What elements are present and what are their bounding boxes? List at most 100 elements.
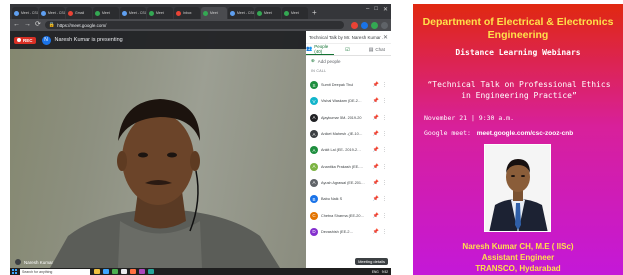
participant-name: Aniket Mahesh -(IE-10…	[321, 132, 363, 137]
participant-row[interactable]: A Anantika Prakash (EE-… 📌 ⋮	[306, 158, 391, 174]
taskbar-app-icon[interactable]	[121, 269, 127, 274]
minimize-button[interactable]: –	[366, 6, 369, 13]
taskbar-app-icon[interactable]	[148, 269, 154, 274]
taskbar-app-icon[interactable]	[112, 269, 118, 274]
more-options-icon[interactable]: ⋮	[382, 98, 387, 104]
profile-avatar[interactable]	[381, 21, 388, 29]
participant-row[interactable]: D Devashish (EE-2… 📌 ⋮	[306, 224, 391, 240]
extension-icon[interactable]	[361, 21, 368, 29]
pin-icon[interactable]: 📌	[373, 82, 379, 88]
tab-favicon-icon	[14, 10, 19, 16]
participant-row[interactable]: B Babu Naik S 📌 ⋮	[306, 191, 391, 207]
tray-clock[interactable]: 9:52	[382, 270, 388, 274]
back-arrow-icon[interactable]: ←	[13, 19, 20, 31]
tab-favicon-icon	[203, 10, 208, 16]
more-options-icon[interactable]: ⋮	[382, 229, 387, 235]
participant-row[interactable]: A Ajaykumar 5M- 2019-20 📌 ⋮	[306, 110, 391, 126]
participant-name: Babu Naik S	[321, 197, 343, 202]
browser-tab[interactable]: Meet	[147, 7, 173, 19]
more-options-icon[interactable]: ⋮	[382, 180, 387, 186]
pin-icon[interactable]: 📌	[373, 115, 379, 121]
pin-icon[interactable]: 📌	[373, 147, 379, 153]
browser-tab[interactable]: Meet	[93, 7, 119, 19]
presenting-banner: REC N Naresh Kumar is presenting	[10, 31, 306, 49]
taskbar-search-placeholder: Search for anything	[22, 269, 53, 274]
lock-icon: 🔒	[48, 22, 56, 28]
video-name-tag: Naresh Kumar	[15, 259, 53, 265]
new-tab-button[interactable]: +	[312, 7, 317, 19]
more-options-icon[interactable]: ⋮	[382, 131, 387, 137]
taskbar-search[interactable]: Search for anything	[20, 268, 90, 275]
people-icon: 👥	[306, 46, 313, 52]
tab-label: Meet	[291, 11, 299, 15]
tab-label: Meet	[156, 11, 164, 15]
tab-people[interactable]: 👥 People (40)	[306, 44, 335, 55]
browser-tab[interactable]: Meet - CSC	[39, 7, 65, 19]
browser-tab[interactable]: Gmail	[66, 7, 92, 19]
pin-icon[interactable]: 📌	[373, 98, 379, 104]
extension-icon[interactable]	[351, 21, 358, 29]
meet-link[interactable]: meet.google.com/csc-zooz-cnb	[477, 130, 573, 137]
webinar-poster: Department of Electrical & Electronics E…	[413, 4, 623, 275]
tab-checklist[interactable]: ☑	[334, 44, 362, 55]
maximize-button[interactable]: □	[374, 6, 378, 13]
taskbar-app-icon[interactable]	[130, 269, 136, 274]
participant-row[interactable]: A Aniket Mahesh -(IE-10… 📌 ⋮	[306, 126, 391, 142]
taskbar-app-icon[interactable]	[139, 269, 145, 274]
window-controls: – □ ✕	[366, 6, 388, 13]
tab-favicon-icon	[230, 10, 235, 16]
extension-icon[interactable]	[371, 21, 378, 29]
participant-row[interactable]: C Chetna Sharma (EE-20… 📌 ⋮	[306, 207, 391, 223]
taskbar-app-icon[interactable]	[94, 269, 100, 274]
browser-tab[interactable]: Meet - CSC	[120, 7, 146, 19]
more-options-icon[interactable]: ⋮	[382, 213, 387, 219]
presenter-video: REC N Naresh Kumar is presenting Naresh …	[10, 31, 306, 268]
reload-icon[interactable]: ⟳	[35, 19, 41, 31]
pin-icon[interactable]: 📌	[373, 213, 379, 219]
browser-tab[interactable]: Inbox	[174, 7, 200, 19]
windows-start-icon[interactable]	[12, 269, 17, 274]
close-icon[interactable]: ✕	[383, 34, 388, 41]
add-person-icon: ⊕	[311, 58, 315, 63]
more-options-icon[interactable]: ⋮	[382, 147, 387, 153]
tab-chat[interactable]: ▤ Chat	[363, 44, 391, 55]
avatar: S	[310, 81, 318, 90]
participant-name: Vishal Waskam (DE-2…	[321, 99, 362, 104]
pin-icon[interactable]: 📌	[373, 164, 379, 170]
more-options-icon[interactable]: ⋮	[382, 115, 387, 121]
participant-row[interactable]: S Sumit Deepak Thul 📌 ⋮	[306, 77, 391, 93]
speaker-organization: TRANSCO, Hydarabad	[475, 264, 561, 273]
tray-language[interactable]: ENG	[372, 270, 379, 274]
browser-tab[interactable]: Meet - CSC	[228, 7, 254, 19]
more-options-icon[interactable]: ⋮	[382, 196, 387, 202]
side-panel-tabs: 👥 People (40) ☑ ▤ Chat	[306, 44, 391, 56]
pin-icon[interactable]: 📌	[373, 229, 379, 235]
browser-tab[interactable]: Meet	[201, 7, 227, 19]
tab-chat-label: Chat	[375, 47, 385, 52]
browser-tab[interactable]: Meet	[282, 7, 308, 19]
close-window-button[interactable]: ✕	[383, 6, 388, 13]
pin-icon[interactable]: 📌	[373, 180, 379, 186]
pin-icon[interactable]: 📌	[373, 131, 379, 137]
participant-row[interactable]: A Ankit Lal (EE- 2019-2… 📌 ⋮	[306, 142, 391, 158]
pin-icon[interactable]: 📌	[373, 196, 379, 202]
rec-label: REC	[23, 37, 33, 43]
speaker-photo	[484, 144, 551, 232]
taskbar-app-icon[interactable]	[103, 269, 109, 274]
add-people-button[interactable]: ⊕ Add people	[306, 56, 391, 66]
meeting-details-button[interactable]: Meeting details	[355, 258, 388, 265]
more-options-icon[interactable]: ⋮	[382, 164, 387, 170]
meet-info: Google meet: meet.google.com/csc-zooz-cn…	[424, 129, 573, 137]
meet-screenshot: Meet - CSC Meet - CSC Gmail Meet Meet - CSC M…	[10, 4, 391, 275]
tab-label: Meet - CSC	[21, 11, 38, 15]
url-field[interactable]: 🔒 https://meet.google.com/	[44, 21, 344, 29]
forward-arrow-icon[interactable]: →	[24, 19, 31, 31]
avatar: A	[310, 178, 318, 187]
more-options-icon[interactable]: ⋮	[382, 82, 387, 88]
browser-tab[interactable]: Meet - CSC	[12, 7, 38, 19]
participant-row[interactable]: V Vishal Waskam (DE-2… 📌 ⋮	[306, 93, 391, 109]
record-dot-icon	[17, 38, 21, 42]
browser-tab[interactable]: Meet	[255, 7, 281, 19]
participant-row[interactable]: A Ayush Agrawal (EE-201… 📌 ⋮	[306, 175, 391, 191]
avatar: B	[310, 195, 318, 204]
